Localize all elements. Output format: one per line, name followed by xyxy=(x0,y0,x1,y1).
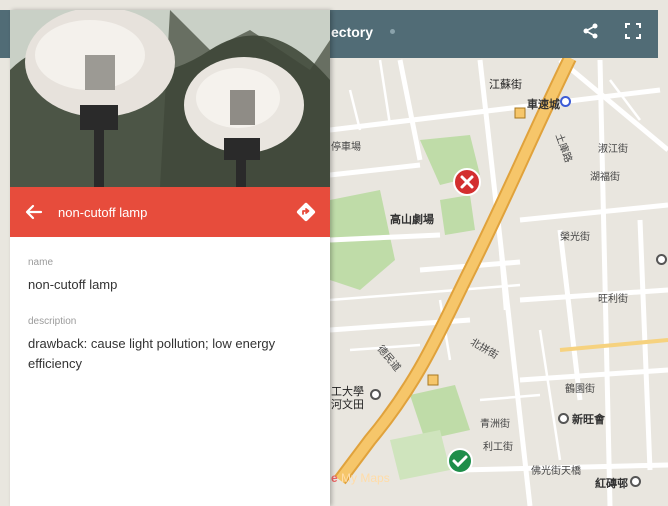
poi-marker[interactable] xyxy=(558,413,569,424)
map-label: 新旺會 xyxy=(572,413,605,426)
map-label: 利工街 xyxy=(483,442,513,453)
attribution-label: My Maps xyxy=(341,471,390,485)
map-label: 青洲街 xyxy=(480,419,510,430)
poi-marker[interactable] xyxy=(656,254,667,265)
map-label: 紅磚邨 xyxy=(595,477,628,490)
map-label: 鶴園街 xyxy=(565,384,595,395)
name-label: name xyxy=(28,257,54,268)
map-label: 淑江街 xyxy=(598,144,628,155)
map-label: 湖福街 xyxy=(590,172,620,183)
map-label: 車速城 xyxy=(527,98,560,111)
title-dot xyxy=(390,29,395,34)
map-label: 江蘇街 xyxy=(489,78,522,91)
description-label: description xyxy=(28,316,77,327)
map-label: 高山劇場 xyxy=(390,213,434,226)
detail-title: non-cutoff lamp xyxy=(58,205,148,220)
lamp-photo xyxy=(10,10,330,187)
directions-icon[interactable] xyxy=(295,201,317,223)
fullscreen-icon[interactable] xyxy=(624,22,642,40)
attribution-prefix: e xyxy=(331,471,338,485)
close-marker-icon[interactable] xyxy=(452,167,482,197)
back-arrow-icon[interactable] xyxy=(24,202,44,222)
attribution: e My Maps xyxy=(331,471,390,485)
poi-marker[interactable] xyxy=(560,96,571,107)
map-label: 停車場 xyxy=(331,142,361,153)
share-icon[interactable] xyxy=(582,22,600,40)
detail-header: non-cutoff lamp xyxy=(10,187,330,237)
name-value: non-cutoff lamp xyxy=(28,277,118,292)
map-label: 榮光街 xyxy=(560,232,590,243)
map-title: ectory xyxy=(331,24,374,40)
map-label: 佛光街天橋 xyxy=(531,466,581,477)
description-value: drawback: cause light pollution; low ene… xyxy=(28,336,276,371)
poi-marker[interactable] xyxy=(370,389,381,400)
detail-panel: non-cutoff lamp name non-cutoff lamp des… xyxy=(10,10,330,506)
check-marker-icon[interactable] xyxy=(446,447,474,475)
poi-marker[interactable] xyxy=(630,476,641,487)
map-label: 旺利街 xyxy=(598,294,628,305)
map-label: 河文田 xyxy=(331,398,364,411)
